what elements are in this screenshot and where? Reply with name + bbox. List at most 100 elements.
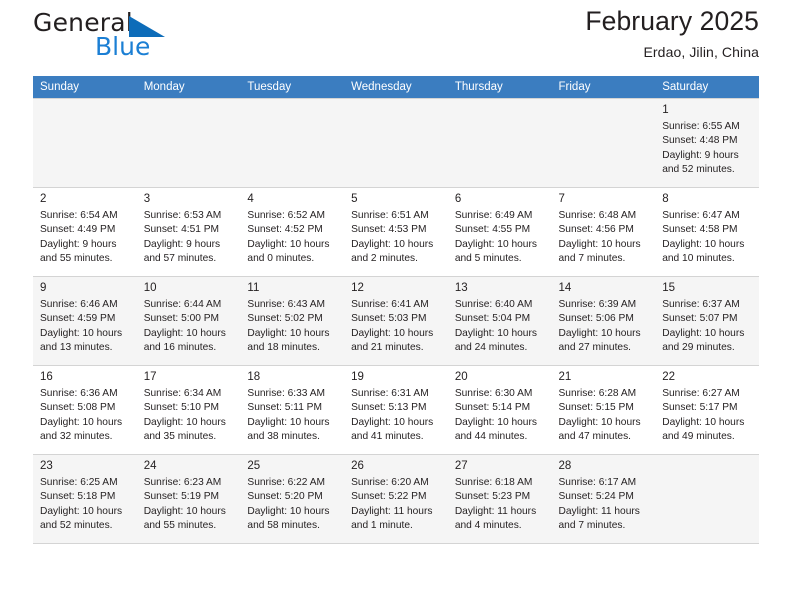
day-cell[interactable]: 7 Sunrise: 6:48 AM Sunset: 4:56 PM Daylight… <box>551 187 656 277</box>
day-cell[interactable]: 11 Sunrise: 6:43 AM Sunset: 5:02 PM Dayligh… <box>240 276 345 366</box>
day-cell[interactable]: 5 Sunrise: 6:51 AM Sunset: 4:53 PM Daylight… <box>344 187 448 277</box>
daylight-text-line2: and 5 minutes. <box>454 253 522 265</box>
day-number: 13 <box>454 282 468 294</box>
day-cell[interactable] <box>33 98 137 188</box>
sunset-text: Sunset: 5:02 PM <box>247 313 323 325</box>
day-cell[interactable] <box>136 98 241 188</box>
day-number: 21 <box>558 371 572 383</box>
sunset-text: Sunset: 5:14 PM <box>454 402 531 414</box>
daylight-text-line2: and 4 minutes. <box>454 520 522 532</box>
day-cell[interactable]: 26 Sunrise: 6:20 AM Sunset: 5:22 PM Dayligh… <box>344 454 448 544</box>
sunset-text: Sunset: 5:04 PM <box>454 313 531 325</box>
sunset-text: Sunset: 4:48 PM <box>662 135 738 147</box>
calendar-week-row: 9 Sunrise: 6:46 AM Sunset: 4:59 PM Daylight… <box>33 276 759 366</box>
day-cell[interactable]: 20 Sunrise: 6:30 AM Sunset: 5:14 PM Dayligh… <box>447 365 552 455</box>
day-number: 23 <box>40 460 53 472</box>
day-info: Sunrise: 6:30 AM Sunset: 5:14 PM Daylight:… <box>455 387 545 445</box>
day-cell[interactable]: 9 Sunrise: 6:46 AM Sunset: 4:59 PM Daylight… <box>33 276 137 366</box>
day-cell[interactable]: 8 Sunrise: 6:47 AM Sunset: 4:58 PM Daylight… <box>655 187 759 277</box>
weekday-header-sunday: Sunday <box>33 76 137 99</box>
logo-general-blue[interactable]: General Blue <box>33 8 243 66</box>
day-cell[interactable]: 28 Sunrise: 6:17 AM Sunset: 5:24 PM Dayligh… <box>551 454 656 544</box>
day-cell[interactable] <box>344 98 448 188</box>
day-cell[interactable]: 24 Sunrise: 6:23 AM Sunset: 5:19 PM Dayligh… <box>136 454 241 544</box>
day-cell[interactable]: 21 Sunrise: 6:28 AM Sunset: 5:15 PM Dayligh… <box>551 365 656 455</box>
day-number: 7 <box>558 193 565 205</box>
weekday-header-friday: Friday <box>551 76 656 99</box>
day-cell[interactable]: 15 Sunrise: 6:37 AM Sunset: 5:07 PM Dayligh… <box>655 276 759 366</box>
sunset-text: Sunset: 5:22 PM <box>351 491 427 503</box>
weekday-header-thursday: Thursday <box>447 76 552 99</box>
day-info: Sunrise: 6:48 AM Sunset: 4:56 PM Daylight:… <box>559 209 649 267</box>
day-info: Sunrise: 6:49 AM Sunset: 4:55 PM Daylight:… <box>455 209 545 267</box>
day-info: Sunrise: 6:52 AM Sunset: 4:52 PM Daylight:… <box>247 209 337 267</box>
day-number: 17 <box>143 371 157 383</box>
sunrise-text: Sunrise: 6:53 AM <box>143 210 222 221</box>
title-block: February 2025 Erdao, Jilin, China <box>585 0 759 62</box>
daylight-text-line2: and 13 minutes. <box>40 342 113 354</box>
day-cell[interactable]: 19 Sunrise: 6:31 AM Sunset: 5:13 PM Dayligh… <box>344 365 448 455</box>
sunset-text: Sunset: 5:03 PM <box>351 313 427 325</box>
day-number: 9 <box>40 282 47 294</box>
day-number: 15 <box>662 282 676 294</box>
day-cell[interactable]: 14 Sunrise: 6:39 AM Sunset: 5:06 PM Dayligh… <box>551 276 656 366</box>
day-info: Sunrise: 6:46 AM Sunset: 4:59 PM Daylight:… <box>40 298 130 356</box>
day-cell[interactable] <box>240 98 345 188</box>
day-number: 24 <box>143 460 157 472</box>
daylight-text-line2: and 32 minutes. <box>40 431 113 443</box>
day-cell[interactable]: 12 Sunrise: 6:41 AM Sunset: 5:03 PM Dayligh… <box>344 276 448 366</box>
day-number: 25 <box>247 460 261 472</box>
daylight-text-line1: Daylight: 10 hours <box>454 416 537 428</box>
sunrise-text: Sunrise: 6:28 AM <box>558 388 637 399</box>
day-number: 28 <box>558 460 572 472</box>
daylight-text-line1: Daylight: 10 hours <box>558 238 641 250</box>
day-cell[interactable]: 25 Sunrise: 6:22 AM Sunset: 5:20 PM Dayligh… <box>240 454 345 544</box>
daylight-text-line2: and 49 minutes. <box>662 431 735 443</box>
day-number: 27 <box>454 460 468 472</box>
sunrise-text: Sunrise: 6:25 AM <box>40 477 118 488</box>
day-info: Sunrise: 6:34 AM Sunset: 5:10 PM Daylight:… <box>144 387 234 445</box>
day-info: Sunrise: 6:47 AM Sunset: 4:58 PM Daylight:… <box>662 209 752 267</box>
sunset-text: Sunset: 5:15 PM <box>558 402 634 414</box>
day-cell[interactable]: 10 Sunrise: 6:44 AM Sunset: 5:00 PM Dayligh… <box>136 276 241 366</box>
day-cell[interactable] <box>655 454 759 544</box>
sunset-text: Sunset: 4:52 PM <box>247 224 323 236</box>
day-number: 10 <box>143 282 157 294</box>
day-cell[interactable] <box>447 98 552 188</box>
day-cell[interactable]: 17 Sunrise: 6:34 AM Sunset: 5:10 PM Dayligh… <box>136 365 241 455</box>
daylight-text-line1: Daylight: 10 hours <box>558 327 641 339</box>
daylight-text-line1: Daylight: 10 hours <box>143 327 226 339</box>
day-cell[interactable]: 6 Sunrise: 6:49 AM Sunset: 4:55 PM Daylight… <box>447 187 552 277</box>
sunrise-text: Sunrise: 6:54 AM <box>40 210 118 221</box>
day-cell[interactable]: 22 Sunrise: 6:27 AM Sunset: 5:17 PM Dayligh… <box>655 365 759 455</box>
day-cell[interactable]: 13 Sunrise: 6:40 AM Sunset: 5:04 PM Dayligh… <box>447 276 552 366</box>
day-info: Sunrise: 6:22 AM Sunset: 5:20 PM Daylight:… <box>247 476 337 534</box>
day-cell[interactable]: 27 Sunrise: 6:18 AM Sunset: 5:23 PM Dayligh… <box>447 454 552 544</box>
daylight-text-line2: and 57 minutes. <box>143 253 217 265</box>
daylight-text-line2: and 29 minutes. <box>662 342 735 354</box>
day-cell[interactable]: 18 Sunrise: 6:33 AM Sunset: 5:11 PM Dayligh… <box>240 365 345 455</box>
day-cell[interactable]: 16 Sunrise: 6:36 AM Sunset: 5:08 PM Dayligh… <box>33 365 137 455</box>
day-cell[interactable]: 3 Sunrise: 6:53 AM Sunset: 4:51 PM Daylight… <box>136 187 241 277</box>
daylight-text-line2: and 10 minutes. <box>662 253 735 265</box>
day-cell[interactable] <box>551 98 656 188</box>
day-cell[interactable]: 1 Sunrise: 6:55 AM Sunset: 4:48 PM Daylight… <box>655 98 759 188</box>
daylight-text-line1: Daylight: 10 hours <box>247 505 330 517</box>
day-number: 14 <box>558 282 572 294</box>
day-info: Sunrise: 6:27 AM Sunset: 5:17 PM Daylight:… <box>662 387 752 445</box>
sunrise-text: Sunrise: 6:46 AM <box>40 299 118 310</box>
day-number: 26 <box>351 460 364 472</box>
daylight-text-line1: Daylight: 10 hours <box>247 327 330 339</box>
sunrise-text: Sunrise: 6:23 AM <box>143 477 222 488</box>
sunrise-text: Sunrise: 6:37 AM <box>662 299 740 310</box>
day-info: Sunrise: 6:51 AM Sunset: 4:53 PM Daylight:… <box>351 209 441 267</box>
daylight-text-line1: Daylight: 11 hours <box>351 505 433 517</box>
day-cell[interactable]: 4 Sunrise: 6:52 AM Sunset: 4:52 PM Daylight… <box>240 187 345 277</box>
daylight-text-line1: Daylight: 9 hours <box>40 238 117 250</box>
sunset-text: Sunset: 4:53 PM <box>351 224 427 236</box>
day-info: Sunrise: 6:20 AM Sunset: 5:22 PM Daylight:… <box>351 476 441 534</box>
day-cell[interactable]: 2 Sunrise: 6:54 AM Sunset: 4:49 PM Daylight… <box>33 187 137 277</box>
sunrise-text: Sunrise: 6:34 AM <box>143 388 222 399</box>
day-cell[interactable]: 23 Sunrise: 6:25 AM Sunset: 5:18 PM Dayligh… <box>33 454 137 544</box>
calendar-header-row: Sunday Monday Tuesday Wednesday Thursday… <box>33 76 759 99</box>
